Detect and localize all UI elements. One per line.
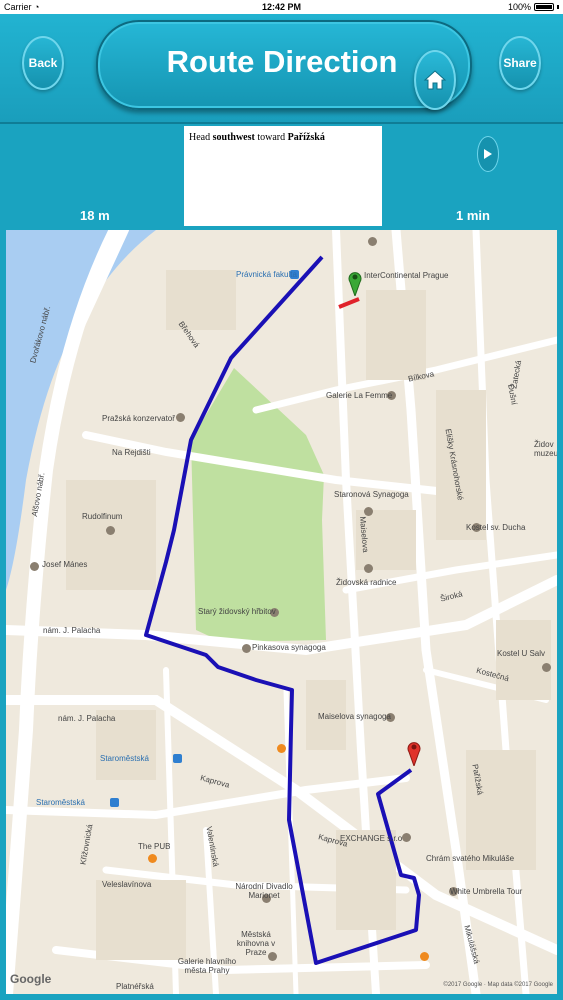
map-label: EXCHANGE s.r.o: [340, 834, 403, 843]
map-label: Veleslavínova: [102, 880, 152, 889]
home-button[interactable]: [414, 50, 456, 110]
map-label: White Umbrella Tour: [450, 887, 523, 896]
metro-icon[interactable]: [173, 754, 182, 763]
map-label: Národní Divadlo Marionet: [235, 882, 293, 900]
map-canvas: [6, 230, 557, 994]
share-button[interactable]: Share: [499, 36, 541, 90]
route-map[interactable]: Právnická fakulta InterContinental Pragu…: [6, 230, 557, 994]
poi-icon[interactable]: [402, 833, 411, 842]
restaurant-icon[interactable]: [148, 854, 157, 863]
church-icon[interactable]: [542, 663, 551, 672]
map-label: nám. J. Palacha: [43, 626, 101, 635]
instruction-box: Head southwest toward Pařížská: [184, 126, 382, 226]
map-label: Galerie hlavního města Prahy: [177, 957, 237, 975]
battery-indicator: 100%: [508, 0, 559, 14]
map-label: Josef Mánes: [42, 560, 88, 569]
poi-icon[interactable]: [106, 526, 115, 535]
map-label: Platnéřská: [116, 982, 154, 991]
play-icon: [484, 149, 492, 159]
restaurant-icon[interactable]: [420, 952, 429, 961]
map-label: Staroměstská: [100, 754, 149, 763]
google-logo: Google: [10, 972, 52, 986]
battery-icon: [534, 3, 554, 11]
status-bar: Carrier ◔ 12:42 PM 100%: [0, 0, 563, 14]
home-icon: [423, 70, 447, 90]
restaurant-icon[interactable]: [277, 744, 286, 753]
page-title: Route Direction: [166, 44, 398, 79]
map-label: Na Rejdišti: [112, 448, 151, 457]
map-label: Pražská konzervatoř: [102, 414, 175, 423]
map-label: Starý židovský hřbitov: [198, 607, 276, 616]
battery-percent: 100%: [507, 2, 531, 12]
map-label: Galerie La Femme: [326, 391, 393, 400]
map-label: Právnická fakulta: [236, 270, 297, 279]
poi-icon[interactable]: [368, 237, 377, 246]
direction-bar: Head southwest toward Pařížská 18 m 1 mi…: [0, 124, 563, 228]
map-label: Městská knihovna v Praze: [236, 930, 276, 957]
step-duration: 1 min: [456, 208, 490, 223]
app-header: Back Route Direction Share: [0, 14, 563, 124]
next-step-button[interactable]: [477, 136, 499, 172]
step-distance: 18 m: [80, 208, 110, 223]
map-label: Pinkasova synagoga: [252, 643, 326, 652]
synagogue-icon[interactable]: [364, 564, 373, 573]
map-label: Rudolfinum: [82, 512, 123, 521]
map-label: nám. J. Palacha: [58, 714, 116, 723]
map-label: Kostel sv. Ducha: [466, 523, 526, 532]
poi-icon[interactable]: [176, 413, 185, 422]
synagogue-icon[interactable]: [242, 644, 251, 653]
map-label: Staronová Synagoga: [334, 490, 409, 499]
map-label: Kostel U Salv: [497, 649, 546, 658]
map-label: Židovská radnice: [336, 578, 397, 587]
poi-icon[interactable]: [30, 562, 39, 571]
map-label: Židov muzeum: [534, 440, 557, 458]
map-label: Chrám svatého Mikuláše: [426, 854, 515, 863]
back-button[interactable]: Back: [22, 36, 64, 90]
start-marker-icon[interactable]: [348, 270, 362, 296]
map-label: Staroměstská: [36, 798, 85, 807]
map-label: The PUB: [138, 842, 171, 851]
status-time: 12:42 PM: [261, 2, 302, 12]
tram-stop-icon[interactable]: [110, 798, 119, 807]
map-label: InterContinental Prague: [364, 271, 449, 280]
synagogue-icon[interactable]: [364, 507, 373, 516]
map-copyright[interactable]: ©2017 Google · Map data ©2017 Google: [443, 982, 553, 988]
destination-marker-icon[interactable]: [407, 740, 421, 766]
map-label: Maiselova synagoga: [318, 712, 391, 721]
